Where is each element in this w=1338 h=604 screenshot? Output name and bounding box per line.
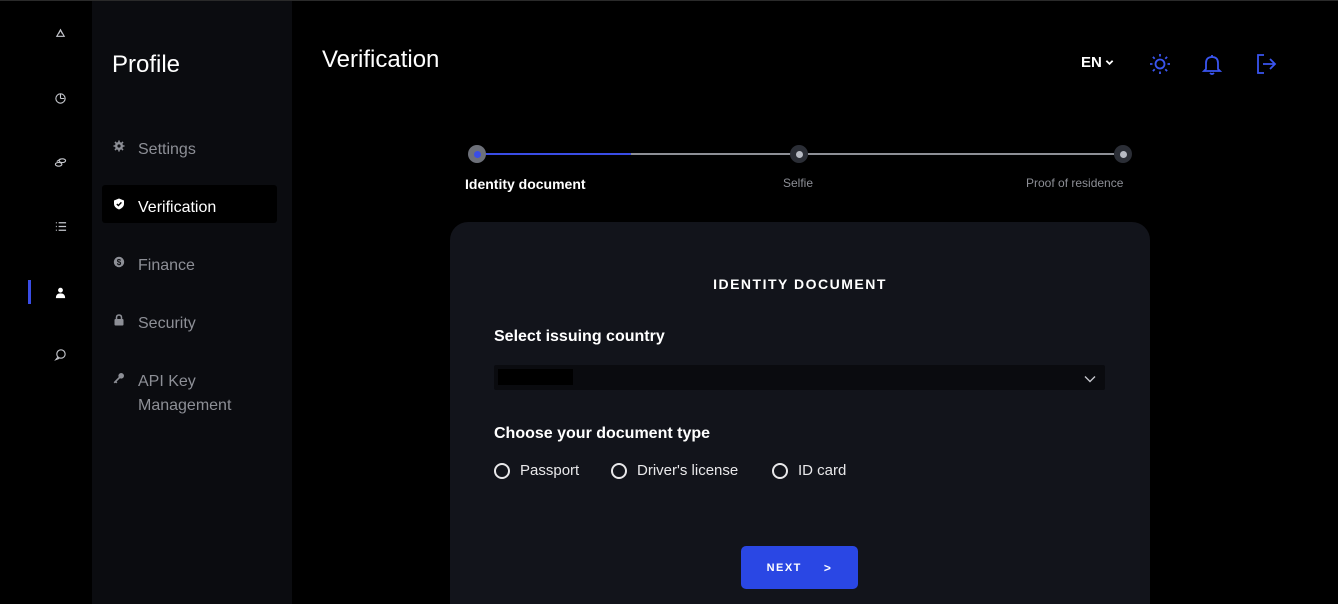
radio-circle[interactable]: [494, 462, 510, 479]
chevron-down-icon: [1084, 376, 1096, 383]
chat-bubble-icon: [53, 348, 66, 361]
chevron-right-icon: >: [823, 560, 833, 575]
rail-item-coins[interactable]: [28, 150, 92, 174]
radio-passport[interactable]: Passport: [494, 462, 579, 479]
document-type-label: Choose your document type: [494, 425, 711, 442]
sidebar-item-label: Verification: [138, 199, 217, 216]
rail-item-dashboard[interactable]: [28, 86, 92, 110]
theme-toggle-button[interactable]: [1148, 52, 1172, 76]
step-line-1: [631, 153, 791, 155]
sidebar-item-settings[interactable]: Settings: [102, 127, 277, 165]
logout-icon: [1257, 54, 1277, 74]
radio-circle[interactable]: [611, 462, 627, 479]
shield-check-icon: [112, 197, 126, 211]
sidebar-item-security[interactable]: Security: [102, 301, 277, 339]
next-button-label: NEXT: [766, 561, 802, 574]
pie-chart-icon: [54, 92, 66, 104]
rail-item-profile[interactable]: [28, 280, 92, 304]
radio-label: Driver's license: [637, 462, 739, 479]
language-selector[interactable]: EN: [1081, 54, 1114, 71]
radio-id-card[interactable]: ID card: [772, 462, 846, 479]
radio-label: Passport: [520, 462, 580, 479]
step-line-2: [808, 153, 1114, 155]
step-dot-residence[interactable]: [1114, 145, 1132, 163]
sidebar-item-label: Settings: [138, 141, 196, 158]
sidebar-title: Profile: [112, 51, 181, 78]
logout-button[interactable]: [1254, 52, 1278, 76]
chevron-down-icon: [1105, 60, 1114, 66]
identity-document-card: IDENTITY DOCUMENT Select issuing country…: [450, 222, 1150, 604]
sidebar-item-label: Finance: [138, 257, 195, 274]
step-progress-line: [485, 153, 631, 155]
country-select-value: [498, 369, 573, 385]
profile-sidebar: Profile Settings Verification $ Finance …: [92, 1, 292, 604]
step-dot-selfie[interactable]: [790, 145, 808, 163]
list-icon: [55, 221, 66, 231]
country-select[interactable]: [494, 365, 1105, 390]
step-dot-identity[interactable]: [468, 145, 486, 163]
notifications-button[interactable]: [1200, 52, 1224, 76]
rail-item-chat[interactable]: [28, 342, 92, 366]
step-label-selfie: Selfie: [783, 176, 814, 190]
sun-icon: [1150, 54, 1170, 74]
coins-icon: [54, 157, 66, 167]
sidebar-item-api-key[interactable]: API Key Management: [102, 359, 277, 415]
sidebar-item-label: API Key Management: [138, 373, 232, 414]
user-icon: [55, 287, 65, 298]
radio-label: ID card: [798, 462, 847, 479]
key-icon: [112, 371, 126, 385]
icon-rail: [28, 1, 92, 604]
sidebar-item-finance[interactable]: $ Finance: [102, 243, 277, 281]
lock-icon: [112, 313, 126, 327]
country-label: Select issuing country: [494, 328, 665, 345]
gear-icon: [112, 139, 126, 153]
step-label-residence: Proof of residence: [1026, 176, 1124, 190]
step-label-identity: Identity document: [465, 176, 586, 192]
right-gutter: [1279, 1, 1338, 604]
sidebar-item-label: Security: [138, 315, 196, 332]
radio-circle[interactable]: [772, 462, 788, 479]
bell-icon: [1201, 55, 1223, 75]
next-button[interactable]: NEXT >: [741, 546, 858, 589]
page-title: Verification: [322, 46, 440, 73]
rail-item-list[interactable]: [28, 214, 92, 238]
svg-text:$: $: [117, 258, 122, 267]
card-title: IDENTITY DOCUMENT: [713, 276, 887, 292]
sidebar-item-verification[interactable]: Verification: [102, 185, 277, 223]
rail-item-recycle[interactable]: [28, 22, 92, 46]
radio-drivers-license[interactable]: Driver's license: [611, 462, 738, 479]
recycle-icon: [55, 28, 65, 37]
language-label: EN: [1081, 54, 1102, 71]
dollar-coin-icon: $: [112, 255, 126, 269]
